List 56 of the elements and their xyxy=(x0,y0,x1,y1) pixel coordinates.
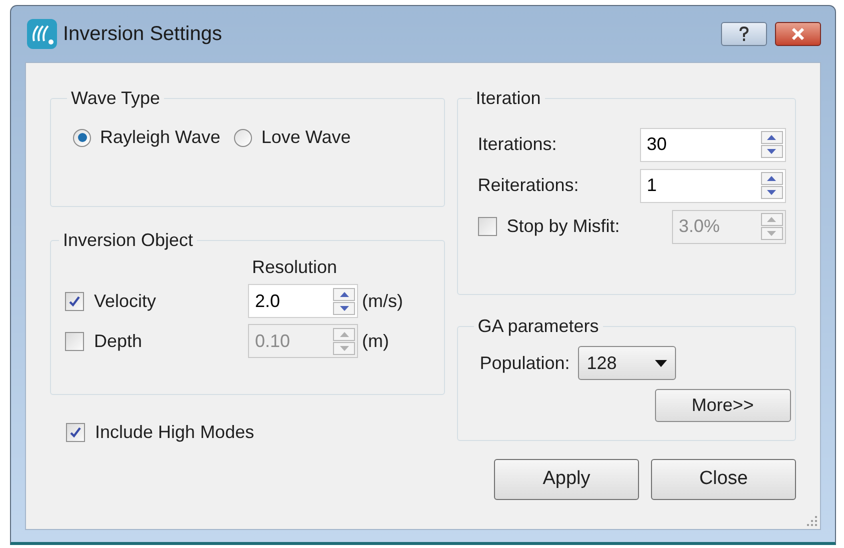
checkbox-label: Include High Modes xyxy=(95,421,254,444)
dropdown-arrow-icon xyxy=(654,360,667,366)
dialog-button[interactable]: Close xyxy=(651,459,796,500)
spin-value: 0.10 xyxy=(255,330,292,352)
help-icon xyxy=(739,26,749,42)
resize-grip-icon xyxy=(807,516,817,526)
spin-box[interactable]: 2.0 xyxy=(248,284,358,318)
group-title: GA parameters xyxy=(476,315,600,338)
spin-value: 2.0 xyxy=(255,290,282,312)
group-title: Inversion Object xyxy=(62,229,194,252)
spin-up-button[interactable] xyxy=(333,288,355,300)
check-icon xyxy=(68,294,81,308)
close-icon xyxy=(791,28,805,40)
population-dropdown[interactable]: 128 xyxy=(578,346,676,380)
checkbox[interactable] xyxy=(65,292,84,310)
unit-label: (m/s) xyxy=(362,290,403,313)
spin-value: 30 xyxy=(646,133,668,156)
up-arrow-icon xyxy=(767,217,776,222)
spin-value: 3.0% xyxy=(678,215,721,238)
spin-up-button[interactable] xyxy=(760,172,783,185)
dialog-button[interactable]: Apply xyxy=(494,459,639,500)
up-arrow-icon xyxy=(340,292,348,296)
radio-button[interactable]: Love Wave xyxy=(234,124,351,151)
spin-down-button[interactable] xyxy=(760,145,783,158)
up-arrow-icon xyxy=(767,176,776,181)
spin-box[interactable]: 1 xyxy=(640,168,786,202)
radio-button[interactable]: Rayleigh Wave xyxy=(73,124,220,151)
spin-down-button[interactable] xyxy=(333,302,355,314)
spin-value: 1 xyxy=(646,174,658,197)
checkbox-label: Velocity xyxy=(94,290,156,313)
group-title: Wave Type xyxy=(70,87,162,110)
more-button[interactable]: More>> xyxy=(654,389,791,422)
checkbox[interactable] xyxy=(66,423,85,442)
checkbox-label: Stop by Misfit: xyxy=(506,215,620,238)
down-arrow-icon xyxy=(767,231,776,236)
down-arrow-icon xyxy=(340,306,348,310)
check-icon xyxy=(69,426,82,439)
spin-box[interactable]: 30 xyxy=(640,128,786,162)
window-title: Inversion Settings xyxy=(63,22,222,47)
down-arrow-icon xyxy=(767,149,776,154)
down-arrow-icon xyxy=(767,190,776,195)
help-button[interactable] xyxy=(721,22,767,46)
close-button[interactable] xyxy=(775,22,821,46)
column-header: Resolution xyxy=(252,256,338,279)
checkbox-label: Depth xyxy=(94,330,142,353)
field-label: Population: xyxy=(480,352,570,375)
group-title: Iteration xyxy=(474,87,542,110)
up-arrow-icon xyxy=(767,135,776,140)
field-label: Reiterations: xyxy=(478,174,580,197)
field-label: Iterations: xyxy=(478,133,558,156)
spin-up-button[interactable] xyxy=(760,131,783,144)
down-arrow-icon xyxy=(340,346,348,350)
spin-down-button[interactable] xyxy=(760,186,783,199)
app-logo-icon xyxy=(27,19,57,49)
unit-label: (m) xyxy=(362,330,389,353)
up-arrow-icon xyxy=(340,332,348,336)
